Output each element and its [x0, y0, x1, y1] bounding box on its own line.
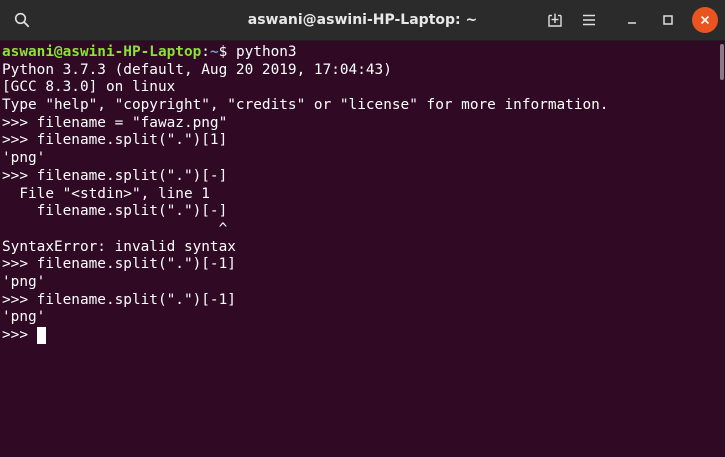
terminal-window: aswani@aswini-HP-Laptop: ~ aswani@aswini… [0, 0, 725, 457]
output-line: SyntaxError: invalid syntax [2, 238, 236, 255]
window-title: aswani@aswini-HP-Laptop: ~ [247, 12, 478, 28]
prompt-command: python3 [235, 44, 297, 60]
output-line: filename.split(".")[-] [2, 203, 228, 220]
prompt-separator: : [201, 44, 210, 60]
prompt-user-host: aswani@aswini-HP-Laptop [2, 44, 202, 60]
new-tab-icon [548, 13, 562, 27]
prompt-symbol: $ [218, 44, 236, 60]
text-cursor [36, 327, 46, 344]
menu-button[interactable] [575, 6, 603, 34]
output-line: 'png' [2, 273, 46, 290]
output-line: >>> filename.split(".")[-1] [2, 291, 236, 308]
output-line: File "<stdin>", line 1 [2, 185, 210, 202]
close-button[interactable] [692, 7, 718, 33]
terminal-area[interactable]: aswani@aswini-HP-Laptop:~$ python3 Pytho… [0, 41, 725, 457]
title-bar: aswani@aswini-HP-Laptop: ~ [0, 0, 725, 41]
hamburger-menu-icon [583, 14, 595, 26]
output-line: Type "help", "copyright", "credits" or "… [2, 97, 609, 114]
maximize-icon [663, 15, 673, 25]
output-line: [GCC 8.3.0] on linux [2, 79, 176, 96]
current-input-line[interactable]: >>> [2, 327, 723, 345]
minimize-icon [628, 22, 636, 24]
python-prompt: >>> [2, 327, 37, 343]
new-tab-button[interactable] [541, 6, 569, 34]
output-line: ^ [2, 220, 228, 237]
output-line: >>> filename.split(".")[1] [2, 132, 228, 149]
prompt-path: ~ [209, 44, 219, 60]
minimize-button[interactable] [618, 6, 646, 34]
output-line: >>> filename.split(".")[-1] [2, 256, 236, 273]
output-line: >>> filename.split(".")[-] [2, 167, 228, 184]
output-line: Python 3.7.3 (default, Aug 20 2019, 17:0… [2, 61, 392, 78]
output-line: 'png' [2, 309, 46, 326]
scrollbar[interactable] [720, 44, 724, 80]
shell-prompt-line: aswani@aswini-HP-Laptop:~$ python3 [2, 44, 723, 62]
output-line: 'png' [2, 150, 46, 167]
output-line: >>> filename = "fawaz.png" [2, 114, 228, 131]
close-icon [700, 15, 710, 25]
maximize-button[interactable] [654, 6, 682, 34]
